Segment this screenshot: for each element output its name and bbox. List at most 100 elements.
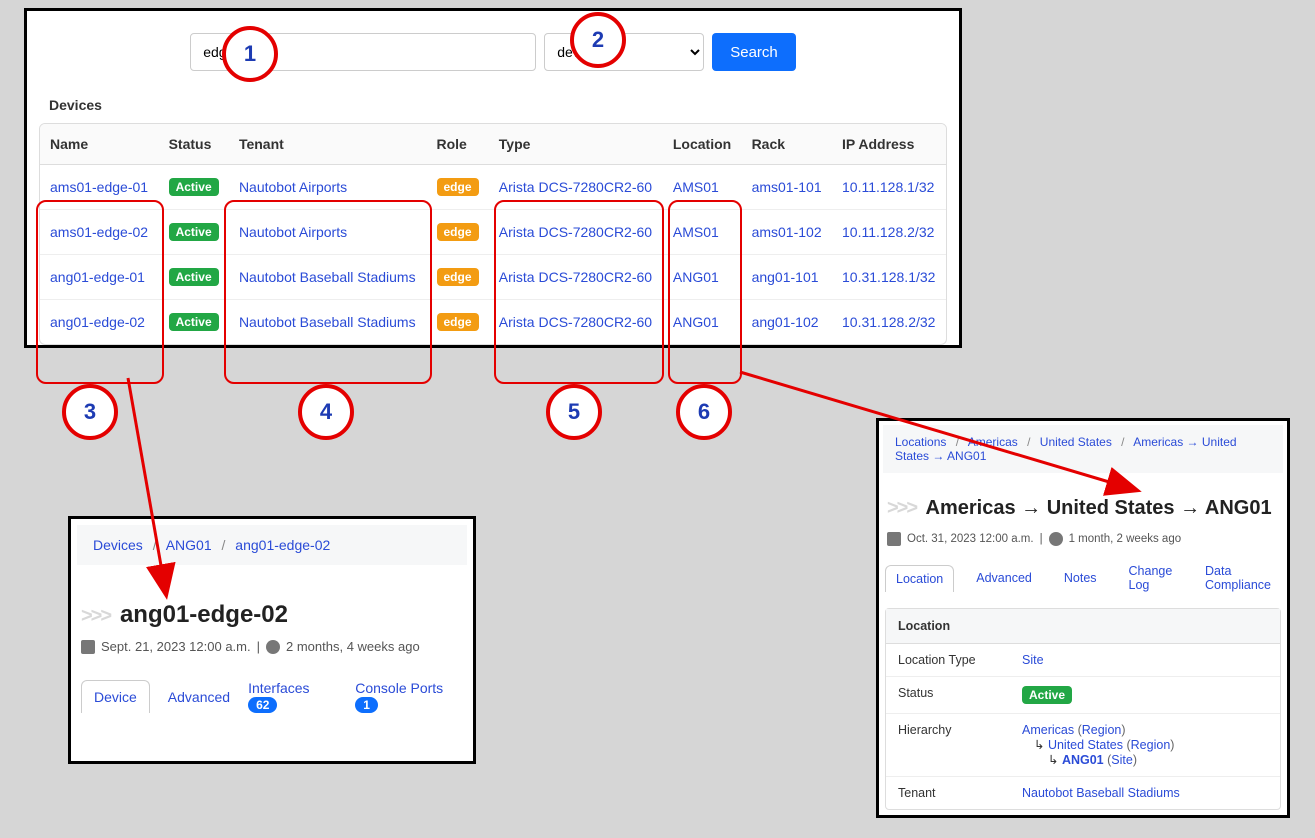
search-bar: devices Search: [37, 33, 949, 71]
rack-link[interactable]: ams01-102: [752, 224, 822, 240]
tenant-link[interactable]: Nautobot Airports: [239, 179, 347, 195]
tab-advanced[interactable]: Advanced: [168, 681, 230, 713]
rack-link[interactable]: ang01-101: [752, 269, 819, 285]
console-count-badge: 1: [355, 697, 378, 713]
hierarchy-site-link[interactable]: Site: [1111, 753, 1133, 767]
hierarchy-us[interactable]: United States: [1048, 738, 1123, 752]
tab-interfaces[interactable]: Interfaces 62: [248, 672, 337, 721]
callout-6: 6: [676, 384, 732, 440]
location-link[interactable]: AMS01: [673, 179, 719, 195]
bookmark-icon: [887, 532, 901, 546]
chevrons-icon: >>>: [887, 497, 916, 519]
hierarchy-region-link[interactable]: Region: [1082, 723, 1122, 737]
section-title-devices: Devices: [49, 97, 949, 113]
panel-heading: Location: [886, 609, 1280, 644]
kv-key: Tenant: [886, 777, 1010, 810]
ip-link[interactable]: 10.31.128.1/32: [842, 269, 935, 285]
clock-icon: [266, 640, 280, 654]
kv-key: Location Type: [886, 644, 1010, 677]
clock-icon: [1049, 532, 1063, 546]
table-row: ams01-edge-02ActiveNautobot Airportsedge…: [40, 210, 946, 255]
tab-compliance[interactable]: Data Compliance: [1195, 558, 1281, 598]
location-link[interactable]: ANG01: [673, 269, 719, 285]
col-rack[interactable]: Rack: [742, 124, 832, 165]
crumb-locations[interactable]: Locations: [895, 435, 946, 449]
tenant-link[interactable]: Nautobot Baseball Stadiums: [239, 314, 416, 330]
device-type-link[interactable]: Arista DCS-7280CR2-60: [499, 224, 652, 240]
device-name-link[interactable]: ang01-edge-02: [50, 314, 145, 330]
tab-notes[interactable]: Notes: [1054, 565, 1107, 591]
tab-advanced[interactable]: Advanced: [966, 565, 1042, 591]
rack-link[interactable]: ang01-102: [752, 314, 819, 330]
col-role[interactable]: Role: [427, 124, 489, 165]
device-type-link[interactable]: Arista DCS-7280CR2-60: [499, 179, 652, 195]
crumb-sep: /: [216, 537, 232, 553]
crumb-devices[interactable]: Devices: [93, 537, 143, 553]
callout-5: 5: [546, 384, 602, 440]
ip-link[interactable]: 10.11.128.1/32: [842, 179, 934, 195]
col-ip[interactable]: IP Address: [832, 124, 946, 165]
devices-panel: devices Search Devices Name Status Tenan…: [24, 8, 962, 348]
interfaces-count-badge: 62: [248, 697, 277, 713]
device-type-link[interactable]: Arista DCS-7280CR2-60: [499, 314, 652, 330]
col-type[interactable]: Type: [489, 124, 663, 165]
device-name-link[interactable]: ams01-edge-01: [50, 179, 148, 195]
tab-console-label: Console Ports: [355, 680, 443, 696]
hierarchy-ang01[interactable]: ANG01: [1062, 753, 1104, 767]
meta-line: Oct. 31, 2023 12:00 a.m. | 1 month, 2 we…: [879, 526, 1287, 558]
breadcrumb: Locations / Americas / United States / A…: [883, 425, 1283, 473]
tab-location[interactable]: Location: [885, 565, 954, 592]
ip-link[interactable]: 10.11.128.2/32: [842, 224, 934, 240]
col-tenant[interactable]: Tenant: [229, 124, 427, 165]
status-badge: Active: [169, 178, 219, 196]
crumb-location[interactable]: ANG01: [166, 537, 212, 553]
ip-link[interactable]: 10.31.128.2/32: [842, 314, 935, 330]
location-link[interactable]: AMS01: [673, 224, 719, 240]
tab-device[interactable]: Device: [81, 680, 150, 713]
devices-table: Name Status Tenant Role Type Location Ra…: [39, 123, 947, 345]
location-panel: Location Location Type Site Status Activ…: [885, 608, 1281, 810]
table-row: ang01-edge-01 Active Nautobot Baseball Sta…: [40, 255, 946, 300]
device-name-link[interactable]: ams01-edge-02: [50, 224, 148, 240]
rack-link[interactable]: ams01-101: [752, 179, 822, 195]
device-name-link[interactable]: ang01-edge-01: [50, 269, 145, 285]
role-badge: edge: [437, 223, 479, 241]
age: 1 month, 2 weeks ago: [1069, 533, 1182, 545]
device-detail-panel: Devices / ANG01 / ang01-edge-02 >>> ang0…: [68, 516, 476, 764]
crumb-device[interactable]: ang01-edge-02: [235, 537, 330, 553]
age: 2 months, 4 weeks ago: [286, 639, 420, 654]
device-type-link[interactable]: Arista DCS-7280CR2-60: [499, 269, 652, 285]
tabs: Location Advanced Notes Change Log Data …: [879, 558, 1287, 598]
breadcrumb: Devices / ANG01 / ang01-edge-02: [77, 525, 467, 565]
col-name[interactable]: Name: [40, 124, 159, 165]
tenant-link[interactable]: Nautobot Baseball Stadiums: [239, 269, 416, 285]
location-detail-panel: Locations / Americas / United States / A…: [876, 418, 1290, 818]
created-at: Sept. 21, 2023 12:00 a.m.: [101, 639, 251, 654]
tenant-link[interactable]: Nautobot Airports: [239, 224, 347, 240]
callout-2: 2: [570, 12, 626, 68]
page-title: ang01-edge-02: [120, 601, 288, 628]
role-badge: edge: [437, 268, 479, 286]
col-location[interactable]: Location: [663, 124, 742, 165]
table-row: ang01-edge-02ActiveNautobot Baseball Sta…: [40, 300, 946, 344]
hierarchy-region-link[interactable]: Region: [1131, 738, 1171, 752]
tabs: Device Advanced Interfaces 62 Console Po…: [71, 672, 473, 721]
tenant-link[interactable]: Nautobot Baseball Stadiums: [1022, 786, 1180, 800]
role-badge: edge: [437, 178, 479, 196]
tab-console[interactable]: Console Ports 1: [355, 672, 463, 721]
kv-key: Status: [886, 677, 1010, 714]
location-link[interactable]: ANG01: [673, 314, 719, 330]
table-header-row: Name Status Tenant Role Type Location Ra…: [40, 124, 946, 165]
location-type-link[interactable]: Site: [1022, 653, 1044, 667]
bookmark-icon: [81, 640, 95, 654]
status-badge: Active: [169, 268, 219, 286]
crumb-americas[interactable]: Americas: [968, 435, 1018, 449]
status-badge: Active: [1022, 686, 1072, 704]
hierarchy-americas[interactable]: Americas: [1022, 723, 1074, 737]
crumb-us[interactable]: United States: [1040, 435, 1112, 449]
meta-line: Sept. 21, 2023 12:00 a.m. | 2 months, 4 …: [71, 639, 473, 672]
search-button[interactable]: Search: [712, 33, 796, 71]
tab-changelog[interactable]: Change Log: [1119, 558, 1183, 598]
role-badge: edge: [437, 313, 479, 331]
col-status[interactable]: Status: [159, 124, 229, 165]
